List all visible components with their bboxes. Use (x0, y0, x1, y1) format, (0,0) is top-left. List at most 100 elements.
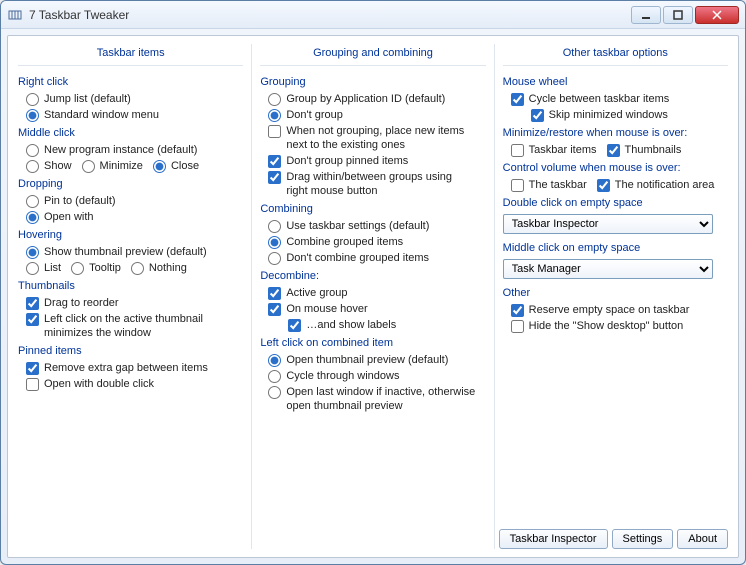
label-skip-minimized: Skip minimized windows (549, 108, 668, 122)
radio-open-with[interactable] (26, 211, 39, 224)
radio-open-thumb[interactable] (268, 354, 281, 367)
window-title: 7 Taskbar Tweaker (29, 8, 631, 22)
check-taskbar-items[interactable] (511, 144, 524, 157)
label-jump-list: Jump list (default) (44, 92, 131, 106)
radio-group-appid[interactable] (268, 93, 281, 106)
check-cycle-items[interactable] (511, 93, 524, 106)
label-dont-group: Don't group (286, 108, 343, 122)
group-dropping: Dropping (18, 178, 243, 190)
label-show: Show (44, 159, 72, 173)
radio-close[interactable] (153, 160, 166, 173)
label-dont-group-pinned: Don't group pinned items (286, 154, 408, 168)
radio-list[interactable] (26, 262, 39, 275)
check-reserve-space[interactable] (511, 304, 524, 317)
select-midclick-action[interactable]: Task Manager (503, 259, 713, 279)
group-leftclick-combined: Left click on combined item (260, 337, 485, 349)
column-other: Other taskbar options Mouse wheel Cycle … (503, 44, 728, 549)
radio-cycle-windows[interactable] (268, 370, 281, 383)
label-list: List (44, 261, 61, 275)
radio-dont-combine[interactable] (268, 252, 281, 265)
check-on-hover[interactable] (268, 303, 281, 316)
check-drag-groups[interactable] (268, 171, 281, 184)
label-tooltip: Tooltip (89, 261, 121, 275)
radio-use-taskbar-settings[interactable] (268, 220, 281, 233)
radio-pin-to[interactable] (26, 195, 39, 208)
maximize-button[interactable] (663, 6, 693, 24)
label-reserve-space: Reserve empty space on taskbar (529, 303, 690, 317)
label-open-with: Open with (44, 210, 94, 224)
check-active-group[interactable] (268, 287, 281, 300)
radio-show[interactable] (26, 160, 39, 173)
check-when-not-grouping[interactable] (268, 125, 281, 138)
label-taskbar-items: Taskbar items (529, 143, 597, 157)
column-taskbar-items: Taskbar items Right click Jump list (def… (18, 44, 243, 549)
select-dblclick-action[interactable]: Taskbar Inspector (503, 214, 713, 234)
label-combine-grouped: Combine grouped items (286, 235, 403, 249)
column-separator (494, 44, 495, 549)
column-header: Other taskbar options (503, 44, 728, 66)
content-area: Taskbar items Right click Jump list (def… (7, 35, 739, 558)
column-header: Grouping and combining (260, 44, 485, 66)
label-on-hover: On mouse hover (286, 302, 367, 316)
group-min-restore: Minimize/restore when mouse is over: (503, 127, 728, 139)
check-open-dblclick[interactable] (26, 378, 39, 391)
label-drag-reorder: Drag to reorder (44, 296, 119, 310)
column-grouping: Grouping and combining Grouping Group by… (260, 44, 485, 549)
close-button[interactable] (695, 6, 739, 24)
check-drag-reorder[interactable] (26, 297, 39, 310)
label-show-labels: …and show labels (306, 318, 396, 332)
radio-standard-menu[interactable] (26, 109, 39, 122)
group-pinned-items: Pinned items (18, 345, 243, 357)
check-hide-show-desktop[interactable] (511, 320, 524, 333)
label-hide-show-desktop: Hide the "Show desktop" button (529, 319, 684, 333)
label-nothing: Nothing (149, 261, 187, 275)
taskbar-inspector-button[interactable]: Taskbar Inspector (499, 529, 608, 549)
minimize-button[interactable] (631, 6, 661, 24)
check-show-labels[interactable] (288, 319, 301, 332)
check-thumbnails[interactable] (607, 144, 620, 157)
column-header: Taskbar items (18, 44, 243, 66)
app-icon (7, 7, 23, 23)
label-active-group: Active group (286, 286, 347, 300)
group-combining: Combining (260, 203, 485, 215)
group-grouping: Grouping (260, 76, 485, 88)
radio-tooltip[interactable] (71, 262, 84, 275)
radio-combine-grouped[interactable] (268, 236, 281, 249)
label-new-program: New program instance (default) (44, 143, 197, 157)
window-buttons (631, 6, 739, 24)
radio-nothing[interactable] (131, 262, 144, 275)
label-pin-to: Pin to (default) (44, 194, 116, 208)
check-the-taskbar[interactable] (511, 179, 524, 192)
radio-new-program[interactable] (26, 144, 39, 157)
group-mouse-wheel: Mouse wheel (503, 76, 728, 88)
group-volume: Control volume when mouse is over: (503, 162, 728, 174)
label-open-last: Open last window if inactive, otherwise … (286, 385, 476, 413)
label-group-appid: Group by Application ID (default) (286, 92, 445, 106)
group-dblclick-empty: Double click on empty space (503, 197, 728, 209)
group-hovering: Hovering (18, 229, 243, 241)
label-cycle-items: Cycle between taskbar items (529, 92, 670, 106)
group-other: Other (503, 287, 728, 299)
radio-jump-list[interactable] (26, 93, 39, 106)
group-thumbnails: Thumbnails (18, 280, 243, 292)
label-close: Close (171, 159, 199, 173)
radio-minimize[interactable] (82, 160, 95, 173)
check-notification-area[interactable] (597, 179, 610, 192)
radio-dont-group[interactable] (268, 109, 281, 122)
label-notification-area: The notification area (615, 178, 715, 192)
label-open-thumb: Open thumbnail preview (default) (286, 353, 448, 367)
radio-thumbnail-preview[interactable] (26, 246, 39, 259)
check-dont-group-pinned[interactable] (268, 155, 281, 168)
label-remove-gap: Remove extra gap between items (44, 361, 208, 375)
group-midclick-empty: Middle click on empty space (503, 242, 728, 254)
radio-open-last[interactable] (268, 386, 281, 399)
label-when-not-grouping: When not grouping, place new items next … (286, 124, 476, 152)
label-cycle-windows: Cycle through windows (286, 369, 399, 383)
check-remove-gap[interactable] (26, 362, 39, 375)
about-button[interactable]: About (677, 529, 728, 549)
check-leftclick-minimizes[interactable] (26, 313, 39, 326)
settings-button[interactable]: Settings (612, 529, 674, 549)
label-thumbnails: Thumbnails (625, 143, 682, 157)
check-skip-minimized[interactable] (531, 109, 544, 122)
label-standard-menu: Standard window menu (44, 108, 159, 122)
